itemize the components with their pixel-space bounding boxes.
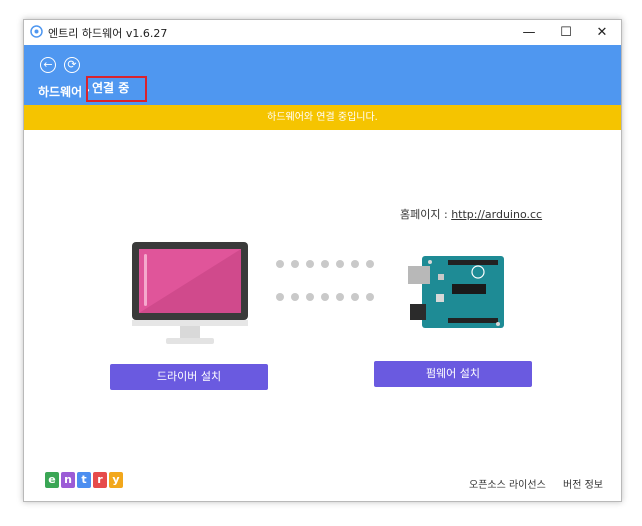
connection-dot bbox=[336, 293, 344, 301]
install-firmware-button[interactable]: 펌웨어 설치 bbox=[374, 361, 532, 387]
logo-letter-e: e bbox=[45, 472, 59, 488]
homepage-info: 홈페이지 : http://arduino.cc bbox=[400, 206, 542, 222]
close-button[interactable]: ✕ bbox=[585, 20, 619, 45]
maximize-button[interactable]: ☐ bbox=[549, 20, 583, 45]
connection-dots bbox=[276, 260, 376, 305]
version-info-link[interactable]: 버전 정보 bbox=[563, 476, 603, 491]
logo-letter-t: t bbox=[77, 472, 91, 488]
connection-dot bbox=[321, 293, 329, 301]
window-title: 엔트리 하드웨어 v1.6.27 bbox=[48, 27, 168, 40]
open-source-license-link[interactable]: 오픈소스 라이선스 bbox=[469, 476, 546, 491]
install-driver-button[interactable]: 드라이버 설치 bbox=[110, 364, 268, 390]
logo-letter-r: r bbox=[93, 472, 107, 488]
status-banner: 하드웨어와 연결 중입니다. bbox=[24, 105, 621, 130]
connection-dot bbox=[306, 293, 314, 301]
connection-dot bbox=[276, 293, 284, 301]
connection-dot bbox=[336, 260, 344, 268]
connection-dot bbox=[351, 293, 359, 301]
refresh-icon[interactable]: ⟳ bbox=[64, 57, 80, 73]
connection-dot bbox=[291, 293, 299, 301]
connection-dot bbox=[306, 260, 314, 268]
connection-dot bbox=[276, 260, 284, 268]
breadcrumb-current: 연결 중 bbox=[86, 76, 147, 102]
computer-monitor-illustration bbox=[132, 242, 248, 344]
connection-dot bbox=[366, 293, 374, 301]
connection-dot bbox=[321, 260, 329, 268]
arduino-board-illustration bbox=[408, 256, 504, 328]
homepage-link[interactable]: http://arduino.cc bbox=[451, 208, 542, 221]
connection-dot bbox=[291, 260, 299, 268]
connection-dot bbox=[366, 260, 374, 268]
header-bar: ← ⟳ 하드웨어 › 연결 중 bbox=[24, 45, 621, 105]
logo-letter-n: n bbox=[61, 472, 75, 488]
app-window: 엔트리 하드웨어 v1.6.27 — ☐ ✕ ← ⟳ 하드웨어 › 연결 중 하… bbox=[23, 19, 622, 502]
logo-letter-y: y bbox=[109, 472, 123, 488]
entry-app-icon bbox=[30, 25, 43, 38]
connection-dot bbox=[351, 260, 359, 268]
breadcrumb-home[interactable]: 하드웨어 bbox=[38, 83, 82, 100]
minimize-button[interactable]: — bbox=[512, 20, 546, 45]
homepage-label: 홈페이지 : bbox=[400, 208, 448, 221]
title-bar: 엔트리 하드웨어 v1.6.27 — ☐ ✕ bbox=[24, 20, 621, 45]
back-arrow-icon[interactable]: ← bbox=[40, 57, 56, 73]
entry-logo: e n t r y bbox=[45, 472, 123, 490]
